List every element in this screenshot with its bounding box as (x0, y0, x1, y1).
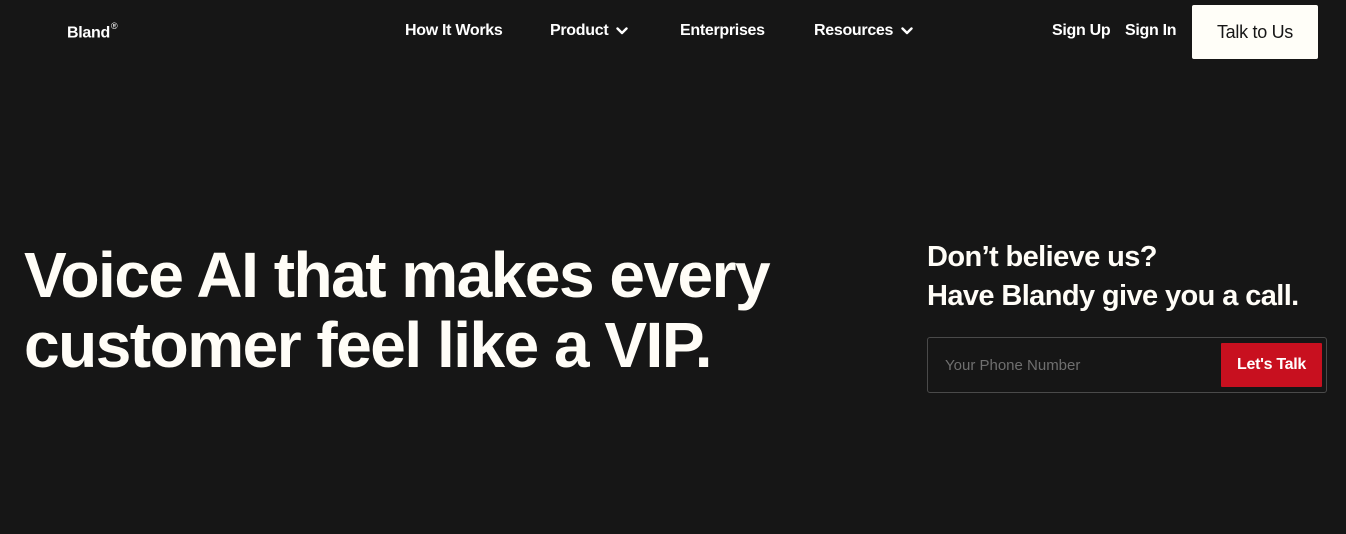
callout-line-2: Have Blandy give you a call. (927, 280, 1299, 312)
sign-in-link[interactable]: Sign In (1125, 22, 1177, 40)
nav-how-it-works[interactable]: How It Works (405, 22, 503, 40)
hero-title-line-2: customer feel like a VIP. (24, 309, 713, 381)
nav-label: Resources (814, 22, 894, 39)
talk-to-us-button[interactable]: Talk to Us (1192, 5, 1318, 59)
phone-call-form: Let's Talk (927, 337, 1327, 393)
call-callout: Don’t believe us? Have Blandy give you a… (927, 238, 1337, 316)
nav-enterprises[interactable]: Enterprises (680, 22, 765, 40)
sign-up-link[interactable]: Sign Up (1052, 22, 1111, 40)
lets-talk-button[interactable]: Let's Talk (1221, 343, 1322, 387)
nav-label: Product (550, 22, 609, 39)
nav-label: How It Works (405, 22, 503, 39)
phone-number-input[interactable] (929, 339, 1219, 391)
page: Bland® How It Works Product Enterprises … (0, 0, 1346, 534)
nav-label: Enterprises (680, 22, 765, 39)
chevron-down-icon (901, 27, 913, 35)
logo-text: Bland (67, 24, 110, 42)
chevron-down-icon (616, 27, 629, 35)
nav-product[interactable]: Product (550, 22, 629, 40)
logo[interactable]: Bland® (67, 21, 118, 42)
registered-mark: ® (110, 21, 118, 31)
hero-title-line-1: Voice AI that makes every (24, 239, 771, 311)
nav-resources[interactable]: Resources (814, 22, 913, 40)
hero-title: Voice AI that makes every customer feel … (24, 240, 824, 380)
callout-line-1: Don’t believe us? (927, 241, 1158, 273)
